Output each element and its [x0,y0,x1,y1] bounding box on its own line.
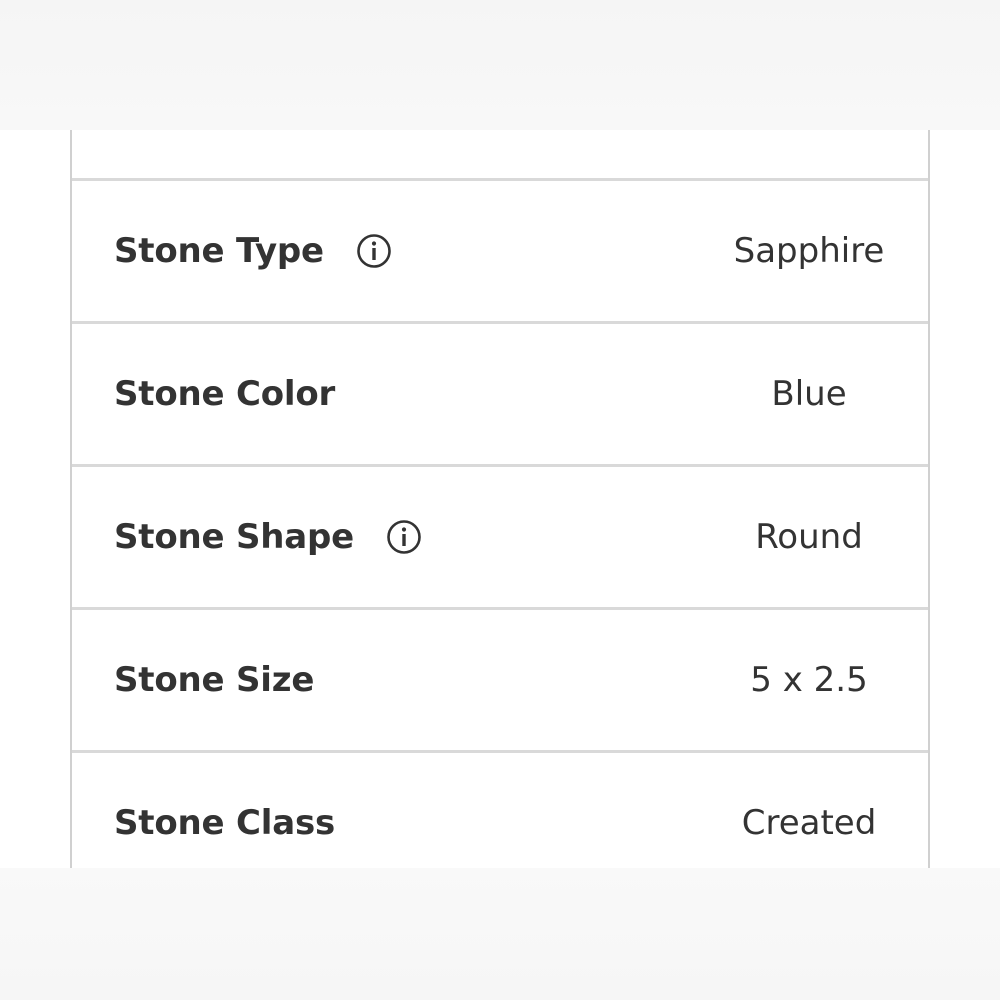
stone-type-label-wrap: Stone Type [114,231,392,271]
stone-size-label-wrap: Stone Size [114,660,314,700]
stone-size-label: Stone Size [114,660,315,700]
stone-specs-table: Stone Type Sapphire Stone Color Blue Sto… [70,130,930,868]
info-circle-icon[interactable] [356,233,392,269]
stone-class-value: Created [741,803,877,843]
stone-shape-label-wrap: Stone Shape [114,517,422,557]
bottom-blurred-area [0,868,1000,1000]
stone-class-label-wrap: Stone Class [114,803,335,843]
stone-type-label: Stone Type [114,231,324,271]
stone-type-value: Sapphire [733,231,885,271]
stone-color-label-wrap: Stone Color [114,374,335,414]
specs-viewport: Stone Type Sapphire Stone Color Blue Sto… [0,130,1000,868]
info-circle-icon[interactable] [386,519,422,555]
table-row-stone-class: Stone Class Created [72,750,928,868]
screenshot-frame: Stone Type Sapphire Stone Color Blue Sto… [0,0,1000,1000]
stone-size-value: 5 x 2.5 [750,660,868,700]
table-row-stone-type: Stone Type Sapphire [72,178,928,321]
stone-shape-label: Stone Shape [114,517,355,557]
stone-color-value: Blue [771,374,847,414]
table-row-stone-shape: Stone Shape Round [72,464,928,607]
top-blurred-area [0,0,1000,130]
table-row-partial [72,130,928,178]
stone-class-label: Stone Class [114,803,336,843]
stone-color-label: Stone Color [114,374,336,414]
table-row-stone-size: Stone Size 5 x 2.5 [72,607,928,750]
table-row-stone-color: Stone Color Blue [72,321,928,464]
stone-shape-value: Round [755,517,863,557]
